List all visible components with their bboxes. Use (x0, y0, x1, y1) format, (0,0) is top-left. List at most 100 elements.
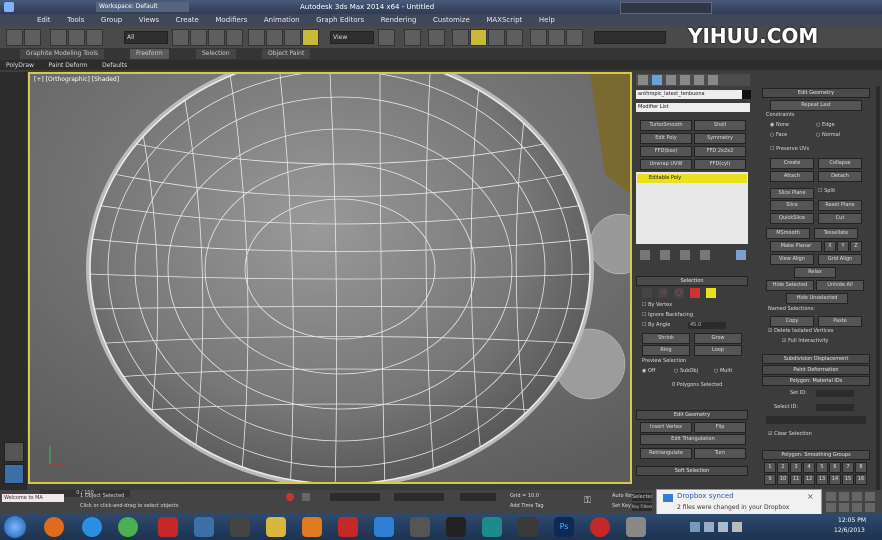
modify-tab-icon[interactable] (652, 75, 662, 85)
set-key-button[interactable]: Set Key (612, 503, 631, 509)
loop-button[interactable]: Loop (694, 345, 742, 356)
snaps-toggle-icon[interactable] (452, 29, 469, 46)
align-icon[interactable] (566, 29, 583, 46)
zoom-extents-all-icon[interactable] (865, 492, 875, 501)
object-color-swatch[interactable] (742, 90, 751, 99)
app-icon-black[interactable] (446, 517, 466, 537)
app-icon-red[interactable] (338, 517, 358, 537)
sg-button-15[interactable]: 15 (842, 474, 854, 485)
sg-button-9[interactable]: 9 (764, 474, 776, 485)
sg-button-4[interactable]: 4 (803, 462, 815, 473)
sg-button-8[interactable]: 8 (855, 462, 867, 473)
app-icon-dark[interactable] (230, 517, 250, 537)
grow-button[interactable]: Grow (694, 333, 742, 344)
planar-z-button[interactable]: Z (850, 241, 862, 252)
viewport-layout-button[interactable] (4, 464, 24, 484)
create-selection-set-dropdown[interactable] (594, 31, 666, 44)
orbit-icon[interactable] (852, 503, 862, 512)
pan-view-icon[interactable] (839, 503, 849, 512)
percent-snap-icon[interactable] (488, 29, 505, 46)
sg-button-11[interactable]: 11 (790, 474, 802, 485)
element-level-icon[interactable] (706, 288, 716, 298)
select-move-icon[interactable] (248, 29, 265, 46)
select-place-icon[interactable] (302, 29, 319, 46)
by-angle-spinner[interactable]: 45.0 (688, 322, 726, 329)
delete-isolated-checkbox[interactable]: ☑ Delete Isolated Vertices (768, 328, 833, 334)
split-checkbox[interactable]: ☐ Split (818, 188, 835, 194)
app-icon-light[interactable] (626, 517, 646, 537)
object-name-field[interactable]: anthropic_latest_tenbuona (636, 90, 742, 99)
menu-animation[interactable]: Animation (257, 14, 307, 26)
reference-coordinate-dropdown[interactable]: View (330, 31, 374, 44)
media-player-icon[interactable] (302, 517, 322, 537)
viewport-label[interactable]: [+] [Orthographic] [Shaded] (34, 76, 119, 83)
keyboard-shortcut-icon[interactable] (428, 29, 445, 46)
paint-deform-button[interactable]: Paint Deform (43, 61, 94, 71)
zoom-extents-icon[interactable] (852, 492, 862, 501)
preview-subobj-radio[interactable]: ○ SubObj (674, 368, 698, 374)
hierarchy-tab-icon[interactable] (666, 75, 676, 85)
workspace-dropdown[interactable]: Workspace: Default (96, 2, 189, 12)
start-button-icon[interactable] (4, 516, 26, 538)
key-mode-selected-dropdown[interactable]: Selected (632, 493, 652, 501)
repeat-last-button[interactable]: Repeat Last (770, 100, 862, 111)
sg-button-5[interactable]: 5 (816, 462, 828, 473)
turn-button[interactable]: Turn (694, 448, 746, 459)
unhide-all-button[interactable]: Unhide All (816, 280, 864, 291)
subdivision-displacement-header[interactable]: Subdivision Displacement (762, 354, 870, 364)
redo-icon[interactable] (24, 29, 41, 46)
unwrap-uvw-button[interactable]: Unwrap UVW (640, 159, 692, 170)
named-selection-icon[interactable] (530, 29, 547, 46)
skype-icon[interactable] (194, 517, 214, 537)
menu-create[interactable]: Create (169, 14, 206, 26)
key-icon[interactable]: ⚿ (584, 496, 591, 506)
app-icon-grey[interactable] (410, 517, 430, 537)
polygon-material-ids-header[interactable]: Polygon: Material IDs (762, 376, 870, 386)
photoshop-icon[interactable]: Ps (554, 517, 574, 537)
preview-multi-radio[interactable]: ○ Multi (714, 368, 732, 374)
smoothing-groups-header[interactable]: Polygon: Smoothing Groups (762, 450, 870, 460)
dropbox-taskbar-icon[interactable] (374, 517, 394, 537)
sg-button-14[interactable]: 14 (829, 474, 841, 485)
preview-off-radio[interactable]: ◉ Off (642, 368, 655, 374)
auto-key-button[interactable]: Auto Key (612, 493, 634, 499)
full-interactivity-checkbox[interactable]: ☑ Full Interactivity (782, 338, 828, 344)
unlink-icon[interactable] (68, 29, 85, 46)
retriangulate-button[interactable]: Retriangulate (640, 448, 692, 459)
tab-object-paint[interactable]: Object Paint (262, 49, 311, 59)
field-of-view-icon[interactable] (826, 503, 836, 512)
select-rotate-icon[interactable] (266, 29, 283, 46)
filezilla-icon[interactable] (158, 517, 178, 537)
pin-stack-icon[interactable] (640, 250, 650, 260)
paint-deformation-header[interactable]: Paint Deformation (762, 365, 870, 375)
select-id-spinner[interactable] (816, 404, 854, 411)
by-angle-checkbox[interactable]: ☐ By Angle (642, 322, 670, 328)
slice-plane-button[interactable]: Slice Plane (770, 188, 814, 199)
ffd-box-button[interactable]: FFD(box) (640, 146, 692, 157)
bind-space-warp-icon[interactable] (86, 29, 103, 46)
planar-x-button[interactable]: X (824, 241, 836, 252)
slice-button[interactable]: Slice (770, 200, 814, 211)
defaults-button[interactable]: Defaults (96, 61, 133, 71)
motion-tab-icon[interactable] (680, 75, 690, 85)
msmooth-button[interactable]: MSmooth (766, 228, 810, 239)
collapse-button[interactable]: Collapse (818, 158, 862, 169)
sg-button-1[interactable]: 1 (764, 462, 776, 473)
maxscript-listener[interactable]: Welcome to MA (2, 494, 64, 502)
constraint-none-radio[interactable]: ◉ None (770, 122, 789, 128)
search-field[interactable] (620, 2, 712, 14)
relax-button[interactable]: Relax (794, 267, 836, 278)
material-name-dropdown[interactable] (766, 416, 866, 424)
menu-modifiers[interactable]: Modifiers (208, 14, 254, 26)
select-by-name-icon[interactable] (190, 29, 207, 46)
link-icon[interactable] (50, 29, 67, 46)
reset-plane-button[interactable]: Reset Plane (818, 200, 862, 211)
app-icon-generic[interactable] (518, 517, 538, 537)
constraint-face-radio[interactable]: ○ Face (770, 132, 787, 138)
viewport-toggle-button[interactable] (4, 442, 24, 462)
clear-selection-checkbox[interactable]: ☑ Clear Selection (768, 431, 812, 437)
show-end-result-icon[interactable] (660, 250, 670, 260)
key-filters-button[interactable]: Key Filters... (632, 503, 652, 511)
polygon-level-icon[interactable] (690, 288, 700, 298)
spinner-snap-icon[interactable] (506, 29, 523, 46)
